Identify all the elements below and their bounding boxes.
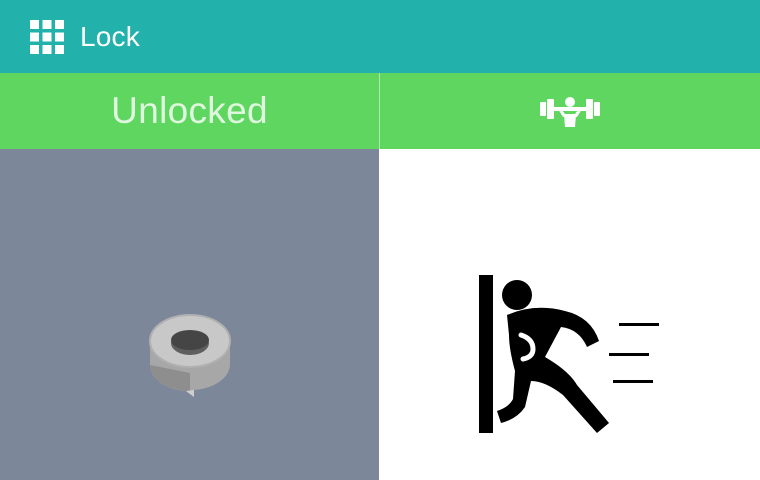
status-bar: Unlocked [0,73,760,149]
app-header: Lock [0,0,760,73]
escape-panel[interactable] [380,149,760,480]
app-title: Lock [80,20,140,52]
lock-status-cell[interactable]: Unlocked [0,73,380,149]
person-escaping-door-icon [479,275,659,433]
lock-panel[interactable] [0,149,379,480]
weightlifter-button[interactable] [380,73,759,149]
lock-app: Lock Unlocked [0,0,760,480]
lock-status-label: Unlocked [111,90,268,131]
weightlifter-icon [539,97,600,127]
grid-icon[interactable] [30,19,64,54]
tape-ring-icon [149,314,231,397]
